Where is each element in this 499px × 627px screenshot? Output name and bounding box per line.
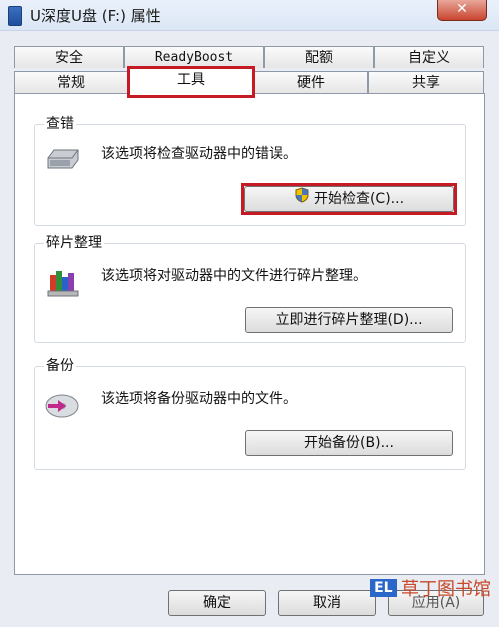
tab-sharing[interactable]: 共享 [368,71,484,93]
defrag-description: 该选项将对驱动器中的文件进行碎片整理。 [101,268,367,284]
drive-icon [46,148,80,174]
defrag-now-button[interactable]: 立即进行碎片整理(D)... [245,307,453,333]
tab-customize[interactable]: 自定义 [374,46,484,68]
title-bar: U深度U盘 (F:) 属性 ✕ [0,0,499,31]
tab-hardware[interactable]: 硬件 [254,71,368,93]
tab-readyboost[interactable]: ReadyBoost [124,46,264,68]
start-check-label: 开始检查(C)... [313,191,405,207]
shield-icon [294,187,310,211]
defrag-icon [46,267,80,301]
start-check-button[interactable]: 开始检查(C)... [244,186,454,212]
defrag-group-label: 碎片整理 [44,232,104,252]
backup-icon [44,390,80,424]
tab-security[interactable]: 安全 [14,46,124,68]
close-button[interactable]: ✕ [437,0,487,21]
usb-drive-icon [8,6,22,26]
backup-group-label: 备份 [44,355,76,375]
check-description: 该选项将检查驱动器中的错误。 [101,146,297,162]
watermark-text: 草丁图书馆 [401,579,491,600]
watermark: EL 草丁图书馆 [370,575,491,601]
ok-button[interactable]: 确定 [168,590,266,616]
check-group-label: 查错 [44,113,76,133]
cancel-button[interactable]: 取消 [278,590,376,616]
start-backup-button[interactable]: 开始备份(B)... [245,430,453,456]
tab-quota[interactable]: 配额 [264,46,374,68]
watermark-logo-icon: EL [370,579,397,597]
backup-description: 该选项将备份驱动器中的文件。 [101,391,297,407]
tab-general[interactable]: 常规 [14,71,128,93]
tab-tools[interactable]: 工具 [128,68,254,94]
window-title: U深度U盘 (F:) 属性 [30,7,161,25]
